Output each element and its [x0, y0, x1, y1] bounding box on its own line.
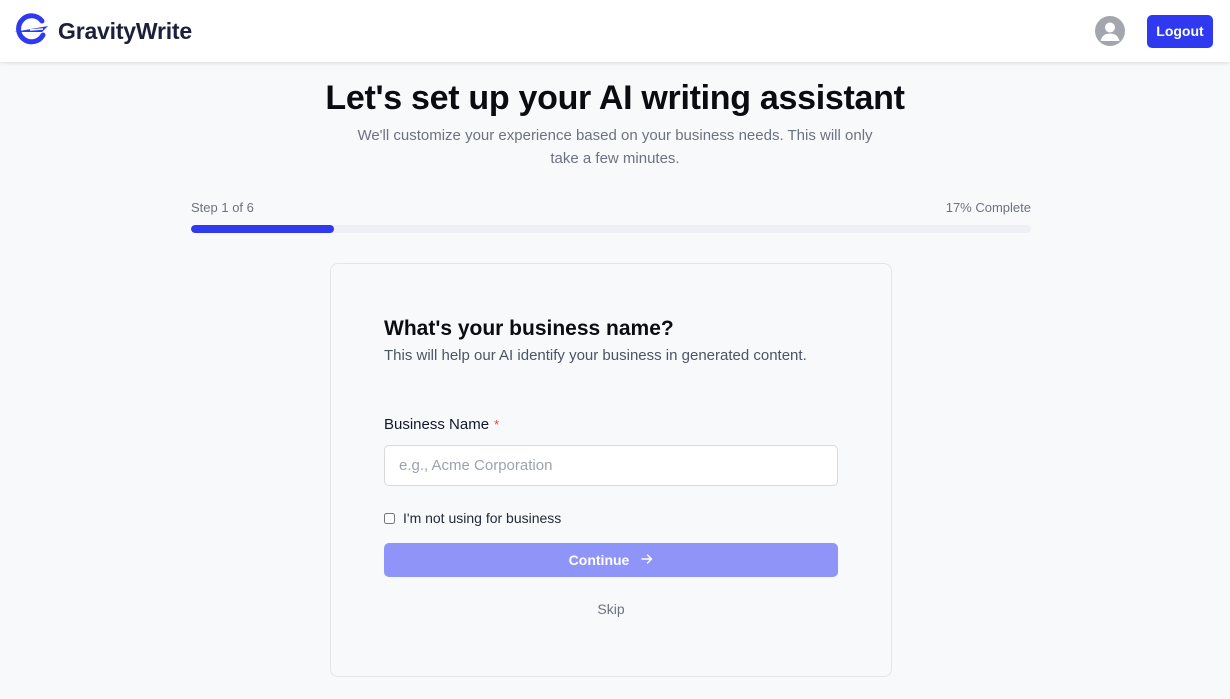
progress-track	[191, 225, 1031, 233]
header-actions: Logout	[1095, 14, 1213, 48]
continue-button[interactable]: Continue	[384, 543, 838, 577]
progress-fill	[191, 225, 334, 233]
not-business-label: I'm not using for business	[403, 510, 562, 526]
progress-section: Step 1 of 6 17% Complete	[191, 200, 1031, 233]
not-business-option[interactable]: I'm not using for business	[384, 510, 838, 526]
continue-label: Continue	[568, 552, 630, 568]
progress-percent-label: 17% Complete	[945, 200, 1031, 215]
page-subtitle: We'll customize your experience based on…	[357, 127, 873, 167]
progress-labels: Step 1 of 6 17% Complete	[191, 200, 1031, 216]
user-avatar-icon[interactable]	[1095, 16, 1125, 46]
question-heading: What's your business name?	[384, 317, 674, 340]
page-title: Let's set up your AI writing assistant	[325, 79, 905, 117]
arrow-right-icon	[641, 552, 653, 568]
setup-card: What's your business name? This will hel…	[330, 263, 892, 677]
step-indicator: Step 1 of 6	[191, 200, 254, 215]
business-name-label: Business Name *	[384, 415, 838, 435]
hero: Let's set up your AI writing assistant W…	[0, 78, 1230, 170]
required-marker: *	[494, 417, 500, 432]
logout-button[interactable]: Logout	[1147, 14, 1213, 48]
question-helper: This will help our AI identify your busi…	[384, 347, 807, 364]
top-header: GravityWrite Logout	[0, 0, 1230, 62]
not-business-checkbox[interactable]	[384, 512, 395, 524]
business-name-input[interactable]	[384, 445, 838, 486]
gravitywrite-logo-icon	[12, 12, 50, 50]
skip-link[interactable]: Skip	[384, 600, 838, 618]
brand[interactable]: GravityWrite	[12, 12, 192, 50]
brand-name: GravityWrite	[58, 17, 192, 44]
business-name-label-text: Business Name	[384, 416, 490, 433]
